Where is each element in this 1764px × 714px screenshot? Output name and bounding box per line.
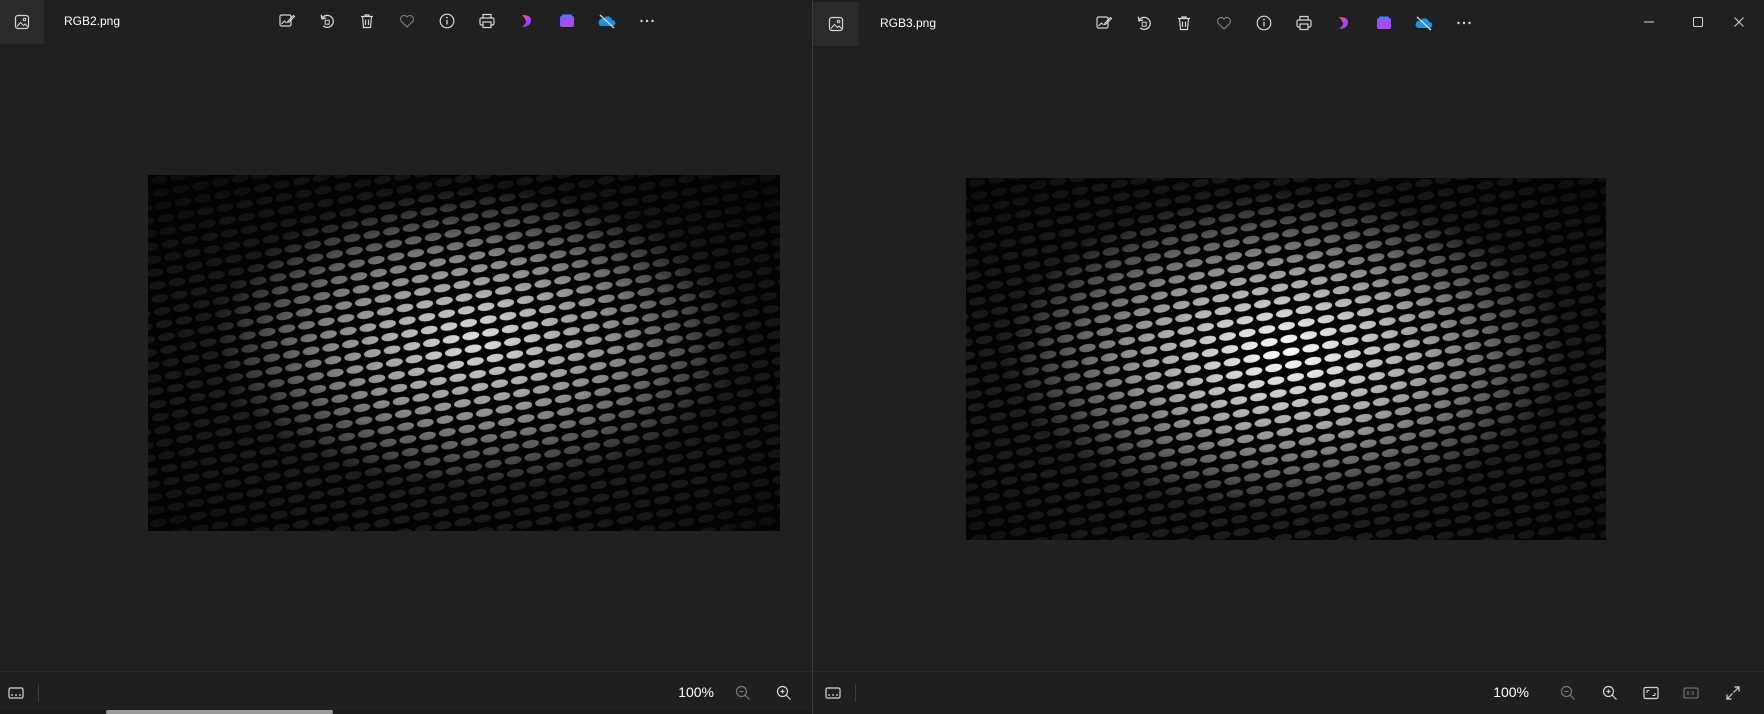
delete-icon[interactable] (1168, 6, 1200, 40)
photos-window-rgb2: RGB2.png 100% (0, 0, 812, 714)
image-canvas[interactable] (966, 178, 1606, 540)
info-icon[interactable] (1248, 6, 1280, 40)
file-name: RGB3.png (880, 16, 937, 30)
edit-image-icon[interactable] (1088, 6, 1120, 40)
minimize-icon[interactable] (1626, 0, 1672, 44)
fullscreen-icon[interactable] (1717, 677, 1749, 709)
scrollbar-thumb[interactable] (106, 710, 333, 714)
rotate-icon[interactable] (311, 4, 343, 38)
filmstrip-icon[interactable] (0, 677, 32, 709)
info-icon[interactable] (431, 4, 463, 38)
photos-window-rgb3: RGB3.png 100% (812, 0, 1764, 714)
file-name: RGB2.png (64, 14, 121, 28)
image-canvas[interactable] (148, 175, 780, 531)
more-options-icon[interactable] (1448, 6, 1480, 40)
status-bar: 100% (813, 671, 1764, 714)
designer-icon[interactable] (1368, 6, 1400, 40)
photos-app-icon[interactable] (813, 2, 859, 46)
clipchamp-icon[interactable] (511, 4, 543, 38)
title-bar[interactable]: RGB2.png (0, 0, 812, 44)
edit-image-icon[interactable] (271, 4, 303, 38)
horizontal-scrollbar[interactable] (0, 710, 812, 714)
zoom-out-icon[interactable] (727, 677, 759, 709)
fit-to-window-icon[interactable] (1635, 677, 1667, 709)
rotate-icon[interactable] (1128, 6, 1160, 40)
print-icon[interactable] (1288, 6, 1320, 40)
photos-app-icon[interactable] (0, 0, 44, 44)
onedrive-offline-icon[interactable] (1408, 6, 1440, 40)
zoom-level[interactable]: 100% (1475, 672, 1529, 714)
zoom-in-icon[interactable] (768, 677, 800, 709)
delete-icon[interactable] (351, 4, 383, 38)
favorite-icon[interactable] (1208, 6, 1240, 40)
filmstrip-icon[interactable] (817, 677, 849, 709)
actual-size-icon[interactable] (1675, 677, 1707, 709)
divider (38, 684, 39, 702)
zoom-out-icon[interactable] (1552, 677, 1584, 709)
onedrive-offline-icon[interactable] (591, 4, 623, 38)
designer-icon[interactable] (551, 4, 583, 38)
maximize-icon[interactable] (1675, 0, 1721, 44)
print-icon[interactable] (471, 4, 503, 38)
close-icon[interactable] (1716, 0, 1762, 44)
status-bar: 100% (0, 671, 812, 714)
zoom-level[interactable]: 100% (660, 672, 714, 714)
divider (855, 684, 856, 702)
zoom-in-icon[interactable] (1594, 677, 1626, 709)
clipchamp-icon[interactable] (1328, 6, 1360, 40)
title-bar[interactable]: RGB3.png (813, 0, 1764, 46)
favorite-icon[interactable] (391, 4, 423, 38)
more-options-icon[interactable] (631, 4, 663, 38)
